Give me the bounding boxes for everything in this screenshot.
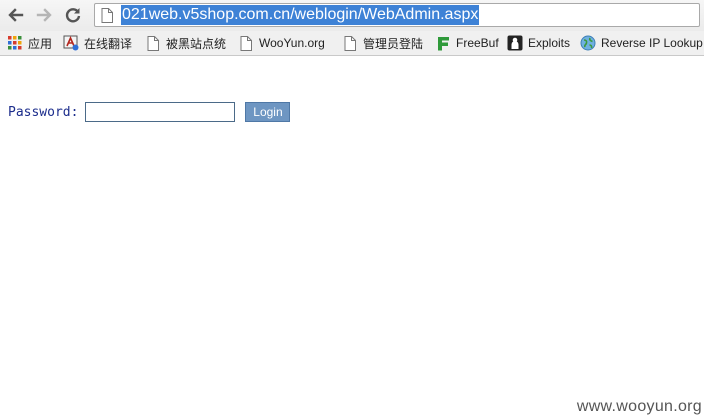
exploits-icon	[507, 35, 523, 51]
bookmark-label: FreeBuf	[456, 36, 499, 50]
bookmark-label: WooYun.org	[259, 36, 325, 50]
page-icon	[238, 35, 254, 51]
bookmark-exploits[interactable]: Exploits	[507, 31, 570, 55]
watermark: www.wooyun.org	[576, 398, 702, 415]
address-bar[interactable]: 021web.v5shop.com.cn/weblogin/WebAdmin.a…	[94, 3, 700, 27]
translate-icon	[63, 35, 79, 51]
bookmark-label: Exploits	[528, 36, 571, 50]
back-arrow-icon	[8, 8, 24, 22]
bookmark-freebuf[interactable]: FreeBuf	[435, 31, 499, 55]
forward-button[interactable]	[33, 4, 55, 26]
globe-icon	[580, 35, 596, 51]
browser-toolbar: 021web.v5shop.com.cn/weblogin/WebAdmin.a…	[0, 0, 704, 31]
password-input[interactable]	[85, 102, 236, 122]
login-form: Password: Login	[8, 101, 291, 123]
bookmark-hacked-sites[interactable]: 被黑站点统	[145, 31, 226, 55]
password-label: Password:	[8, 104, 79, 120]
bookmark-admin-login[interactable]: 管理员登陆	[342, 31, 423, 55]
freebuf-icon	[435, 35, 451, 51]
bookmark-label: 在线翻译	[84, 36, 133, 51]
bookmarks-bar: 应用 在线翻译 被黑站点统 WooYun.org 管理员登陆 FreeBuf E…	[0, 31, 704, 56]
back-button[interactable]	[5, 4, 27, 26]
bookmark-apps[interactable]: 应用	[7, 31, 52, 55]
forward-arrow-icon	[36, 8, 52, 22]
url-text[interactable]: 021web.v5shop.com.cn/weblogin/WebAdmin.a…	[121, 5, 480, 25]
login-button[interactable]: Login	[245, 102, 291, 122]
page-icon	[145, 35, 161, 51]
bookmark-label: 管理员登陆	[363, 36, 424, 51]
reload-icon	[65, 8, 81, 23]
page-icon	[342, 35, 358, 51]
bookmark-reverse-ip[interactable]: Reverse IP Lookup	[580, 31, 703, 55]
bookmark-label: 被黑站点统	[166, 36, 227, 51]
page-icon	[101, 8, 113, 23]
bookmark-wooyun[interactable]: WooYun.org	[238, 31, 325, 55]
bookmark-label: 应用	[28, 36, 53, 51]
apps-grid-icon	[7, 35, 23, 51]
bookmark-translate[interactable]: 在线翻译	[63, 31, 132, 55]
bookmark-label: Reverse IP Lookup	[601, 36, 703, 50]
reload-button[interactable]	[62, 4, 84, 26]
